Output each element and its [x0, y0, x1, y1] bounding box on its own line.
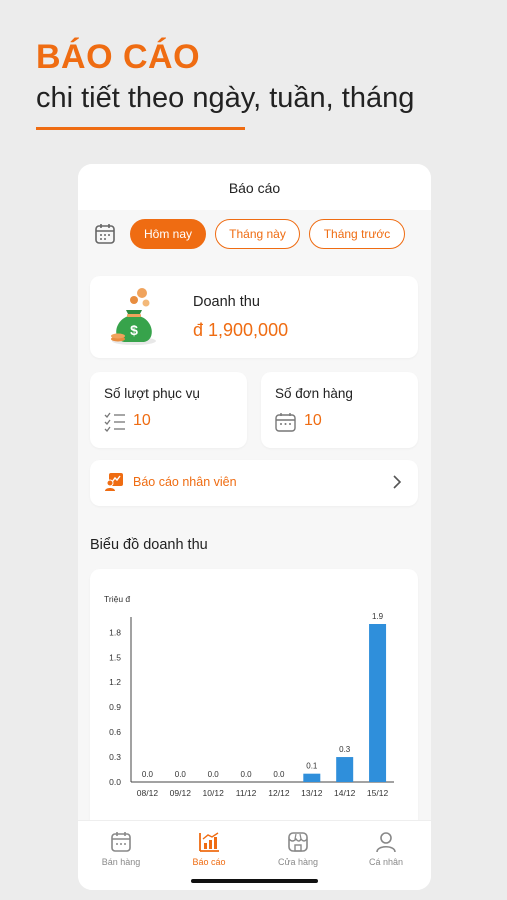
y-axis-label: Triệu đ	[104, 594, 130, 604]
x-tick-label: 08/12	[137, 788, 159, 798]
calendar-icon	[275, 413, 296, 432]
home-indicator	[191, 879, 318, 883]
y-tick-label: 0.3	[109, 752, 121, 762]
revenue-label: Doanh thu	[193, 294, 260, 310]
filter-this-month[interactable]: Tháng này	[215, 219, 300, 249]
y-tick-label: 1.8	[109, 627, 121, 637]
y-tick-label: 0.0	[109, 777, 121, 787]
screen-header: Báo cáo	[78, 164, 431, 210]
chart-bar	[369, 624, 387, 782]
order-count-card: Số đơn hàng 10	[261, 372, 418, 448]
bar-data-label: 1.9	[372, 612, 384, 621]
revenue-value: đ 1,900,000	[193, 320, 289, 340]
tab-store[interactable]: Cửa hàng	[258, 831, 338, 867]
store-icon	[288, 832, 308, 852]
revenue-chart-card: Triệu đ 0.0 0.3 0.6 0.9 1.2 1.5 1.8 0.0 08/12 0.0 0…	[90, 569, 418, 839]
calendar-icon	[95, 224, 115, 244]
money-bag-icon: $	[111, 288, 156, 345]
x-tick-label: 09/12	[170, 788, 192, 798]
x-tick-label: 15/12	[367, 788, 389, 798]
bar-data-label: 0.0	[241, 770, 253, 779]
y-tick-label: 1.2	[109, 677, 121, 687]
x-tick-label: 13/12	[301, 788, 323, 798]
x-tick-label: 10/12	[203, 788, 225, 798]
served-count-value: 10	[133, 412, 151, 429]
calendar-icon	[111, 832, 131, 852]
staff-report-label: Báo cáo nhân viên	[133, 475, 237, 489]
filter-last-month[interactable]: Tháng trước	[309, 219, 405, 249]
checklist-icon	[104, 412, 125, 432]
revenue-bar-chart: Triệu đ 0.0 0.3 0.6 0.9 1.2 1.5 1.8 0.0 08/12 0.0 0…	[104, 594, 394, 798]
x-tick-label: 12/12	[268, 788, 290, 798]
bar-data-label: 0.0	[175, 770, 187, 779]
chart-icon	[199, 832, 219, 852]
tab-reports-label: Báo cáo	[192, 857, 226, 867]
filter-today[interactable]: Hôm nay	[130, 219, 206, 249]
revenue-card: $ Doanh thu đ 1,900,000	[90, 276, 418, 358]
served-count-card: Số lượt phục vụ 10	[90, 372, 247, 448]
x-tick-label: 14/12	[334, 788, 356, 798]
chart-section-title: Biểu đồ doanh thu	[90, 537, 208, 553]
x-tick-label: 11/12	[236, 788, 257, 798]
tab-profile-label: Cá nhân	[368, 857, 404, 867]
staff-report-row[interactable]: Báo cáo nhân viên	[90, 460, 418, 506]
promo-title: BÁO CÁO	[36, 38, 201, 76]
bar-data-label: 0.0	[142, 770, 154, 779]
tab-sales-label: Bán hàng	[101, 857, 141, 867]
chart-bar	[336, 757, 354, 782]
person-icon	[376, 832, 396, 853]
y-tick-label: 0.9	[109, 702, 121, 712]
tab-reports[interactable]: Báo cáo	[169, 831, 249, 867]
bar-data-label: 0.3	[339, 745, 351, 754]
chart-bar	[303, 773, 321, 782]
bar-data-label: 0.0	[273, 770, 285, 779]
svg-text:$: $	[130, 322, 138, 338]
served-count-label: Số lượt phục vụ	[104, 386, 200, 401]
y-tick-label: 0.6	[109, 727, 121, 737]
bar-data-label: 0.1	[306, 762, 318, 771]
promo-underline	[36, 127, 245, 130]
calendar-picker-button[interactable]	[94, 222, 116, 246]
tab-sales[interactable]: Bán hàng	[81, 831, 161, 867]
staff-report-icon	[105, 473, 123, 491]
y-tick-label: 1.5	[109, 652, 121, 662]
order-count-label: Số đơn hàng	[275, 386, 353, 401]
chevron-right-icon	[393, 475, 402, 489]
tab-profile[interactable]: Cá nhân	[346, 831, 426, 867]
tab-store-label: Cửa hàng	[277, 857, 319, 867]
promo-subtitle: chi tiết theo ngày, tuần, tháng	[36, 82, 415, 114]
screen-title: Báo cáo	[228, 180, 281, 196]
order-count-value: 10	[304, 412, 322, 429]
bar-data-label: 0.0	[208, 770, 220, 779]
phone-screen: Báo cáo Hôm nay Tháng này Tháng trước $ …	[78, 164, 431, 890]
